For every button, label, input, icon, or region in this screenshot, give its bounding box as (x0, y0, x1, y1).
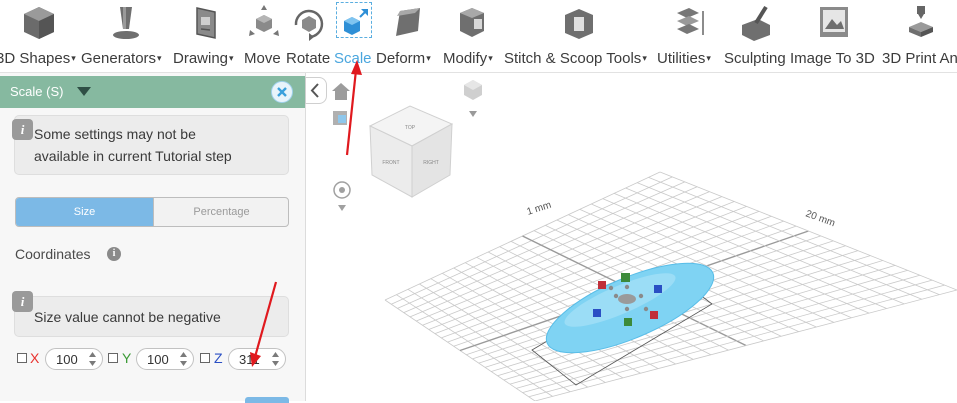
close-icon (277, 87, 287, 97)
axis-y-label: Y (122, 350, 132, 366)
toolbar-label: Stitch & Scoop Tools (504, 50, 642, 67)
stepper-icon[interactable] (179, 351, 188, 367)
toolbar-scale[interactable]: Scale (334, 0, 374, 72)
tutorial-note: i Some settings may not be available in … (12, 115, 289, 175)
chevron-down-icon: ▾ (426, 53, 431, 63)
rotate-icon (294, 9, 324, 41)
axis-x-checkbox[interactable] (17, 353, 27, 363)
toolbar-label: Deform (376, 50, 426, 67)
toolbar-move[interactable]: Move (244, 0, 284, 72)
toolbar-label: Scale (334, 50, 372, 67)
toolbar-3d-shapes[interactable]: 3D Shapes▾ (0, 0, 82, 72)
panel-title: Scale (S) (10, 84, 64, 99)
toolbar-label: Move (244, 50, 281, 67)
main-toolbar: 3D Shapes▾ Generators▾ Drawing▾ Move Rot… (0, 0, 957, 73)
image-to-3d-icon (820, 7, 848, 37)
tab-size[interactable]: Size (16, 198, 153, 226)
toolbar-stitch-scoop[interactable]: Stitch & Scoop Tools▾ (504, 0, 654, 72)
note-line: available in current Tutorial step (34, 148, 232, 164)
toolbar-label: Modify (443, 50, 488, 67)
validation-note: i Size value cannot be negative (12, 291, 289, 337)
caret-down-icon[interactable] (77, 87, 91, 96)
mode-toggle: Size Percentage (15, 197, 289, 227)
drawing-icon (196, 7, 216, 39)
chevron-down-icon: ▾ (71, 53, 76, 63)
view-cube-mini-icon[interactable] (333, 111, 347, 125)
toolbar-label: Image To 3D (790, 50, 875, 67)
view-cube-front-label: FRONT (382, 160, 399, 166)
info-icon[interactable]: i (107, 247, 121, 261)
apply-button[interactable] (245, 397, 289, 403)
stepper-icon[interactable] (271, 351, 280, 367)
note-line: Some settings may not be (34, 126, 196, 142)
view-cube[interactable]: TOP FRONT RIGHT (368, 105, 454, 198)
axis-x-input[interactable]: 100 (45, 348, 103, 370)
axis-z-checkbox[interactable] (200, 353, 210, 363)
move-icon (249, 5, 279, 36)
axis-y-checkbox[interactable] (108, 353, 118, 363)
scale-panel: Scale (S) i Some settings may not be ava… (0, 73, 306, 403)
toolbar-label: Sculpting (724, 50, 786, 67)
3d-viewport[interactable]: TOP FRONT RIGHT 1 mm 20 mm (306, 73, 957, 401)
sculpting-icon (742, 5, 770, 41)
generator-icon (113, 7, 139, 39)
scale-handle[interactable] (598, 281, 606, 289)
scale-handle[interactable] (621, 273, 630, 282)
3d-print-icon (909, 6, 933, 37)
info-icon: i (12, 119, 33, 140)
toolbar-generators[interactable]: Generators▾ (81, 0, 171, 72)
camera-axis-icon[interactable] (464, 80, 482, 117)
validation-text: Size value cannot be negative (34, 309, 221, 325)
axis-z-input[interactable]: 311 (228, 348, 286, 370)
axis-z-value: 311 (239, 352, 260, 367)
stitch-scoop-icon (565, 9, 593, 39)
toolbar-label: Drawing (173, 50, 229, 67)
grid-label: 1 mm (526, 200, 553, 218)
chevron-down-icon: ▾ (157, 53, 162, 63)
chevron-down-icon: ▾ (488, 53, 493, 63)
toolbar-label: Generators (81, 50, 157, 67)
scale-icon (344, 9, 368, 35)
toolbar-sculpting[interactable]: Sculpting (724, 0, 788, 72)
view-cube-top-label: TOP (405, 125, 416, 131)
chevron-down-icon: ▾ (706, 53, 711, 63)
axis-x-label: X (30, 350, 40, 366)
utilities-icon (677, 8, 704, 35)
chevron-down-icon: ▾ (642, 53, 647, 63)
modify-icon (460, 8, 484, 37)
cube-icon (24, 7, 54, 39)
toolbar-label: Rotate (286, 50, 331, 67)
coordinates-label: Coordinates (15, 246, 91, 262)
grid-label: 20 mm (804, 208, 836, 229)
close-button[interactable] (271, 81, 293, 103)
toolbar-utilities[interactable]: Utilities▾ (657, 0, 721, 72)
orbit-icon[interactable] (333, 181, 351, 211)
toolbar-rotate[interactable]: Rotate (286, 0, 332, 72)
toolbar-deform[interactable]: Deform▾ (376, 0, 440, 72)
panel-header: Scale (S) (0, 76, 305, 108)
toolbar-modify[interactable]: Modify▾ (443, 0, 501, 72)
axis-z-label: Z (214, 350, 223, 366)
axis-y-input[interactable]: 100 (136, 348, 194, 370)
info-icon: i (12, 291, 33, 312)
view-cube-right-label: RIGHT (423, 160, 439, 166)
toolbar-label: Utilities (657, 50, 706, 67)
chevron-down-icon: ▾ (229, 53, 234, 63)
axis-x-value: 100 (56, 352, 78, 367)
toolbar-drawing[interactable]: Drawing▾ (173, 0, 241, 72)
toolbar-3d-print[interactable]: 3D Print An (876, 0, 957, 72)
deform-icon (396, 8, 420, 36)
tab-percentage[interactable]: Percentage (153, 198, 288, 226)
toolbar-label: 3D Print An (882, 50, 957, 67)
home-icon[interactable] (332, 83, 350, 100)
stepper-icon[interactable] (88, 351, 97, 367)
scale-handle[interactable] (624, 318, 632, 326)
scale-handle[interactable] (593, 309, 601, 317)
toolbar-image-to-3d[interactable]: Image To 3D (790, 0, 878, 72)
scale-handle[interactable] (654, 285, 662, 293)
scale-handle[interactable] (650, 311, 658, 319)
axis-y-value: 100 (147, 352, 169, 367)
toolbar-label: 3D Shapes (0, 50, 71, 67)
